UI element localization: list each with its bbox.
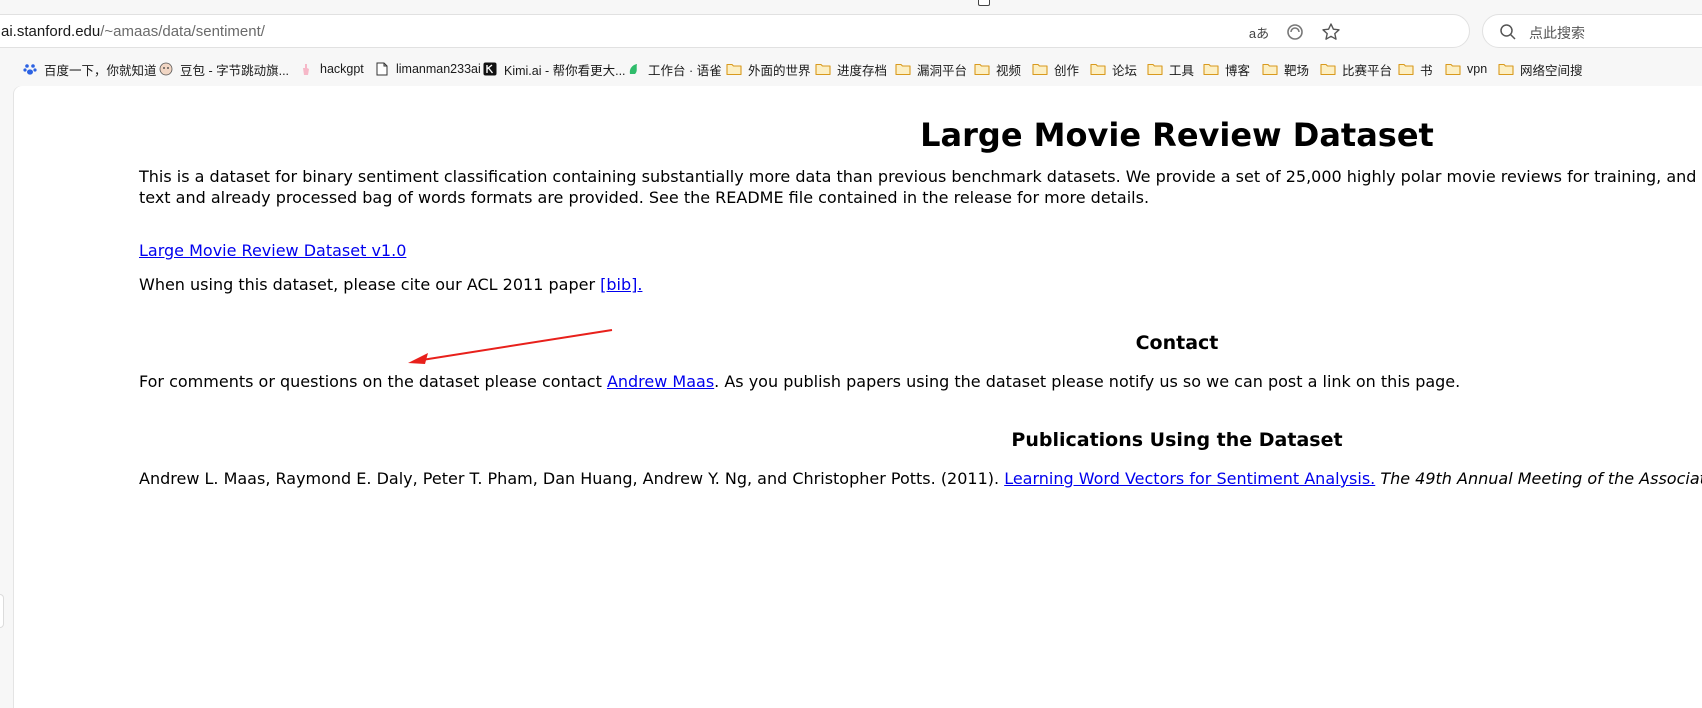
navigation-row: ai.stanford.edu/~amaas/data/sentiment/ a… xyxy=(0,8,1702,54)
bookmark-label: 工具 xyxy=(1169,63,1195,78)
bookmark-label: 漏洞平台 xyxy=(917,63,968,78)
page-icon xyxy=(374,61,390,77)
bookmark-item[interactable]: 靶场 xyxy=(1262,58,1309,80)
intro-line-1: This is a dataset for binary sentiment c… xyxy=(139,167,1702,186)
publication-authors: Andrew L. Maas, Raymond E. Daly, Peter T… xyxy=(139,469,1005,488)
bookmark-item[interactable]: 工作台 · 语雀 xyxy=(626,58,722,80)
address-bar[interactable]: ai.stanford.edu/~amaas/data/sentiment/ a… xyxy=(0,14,1470,48)
folder-icon xyxy=(1203,61,1219,77)
bookmark-item[interactable]: 博客 xyxy=(1203,58,1250,80)
bookmark-item[interactable]: limanman233ai xyxy=(374,58,481,80)
bookmark-label: Kimi.ai - 帮你看更大... xyxy=(504,63,626,78)
bookmark-label: 比赛平台 xyxy=(1342,63,1393,78)
bookmark-item[interactable]: vpn xyxy=(1445,58,1487,80)
folder-icon xyxy=(974,61,990,77)
folder-icon xyxy=(1032,61,1048,77)
bookmark-label: 论坛 xyxy=(1112,63,1138,78)
publications-heading: Publications Using the Dataset xyxy=(1011,429,1343,451)
bookmark-item[interactable]: 视频 xyxy=(974,58,1021,80)
publication-entry: Andrew L. Maas, Raymond E. Daly, Peter T… xyxy=(139,468,1702,489)
side-panel-handle[interactable] xyxy=(0,594,4,628)
folder-icon xyxy=(895,61,911,77)
cite-paragraph: When using this dataset, please cite our… xyxy=(139,274,642,295)
bookmark-label: 百度一下，你就知道 xyxy=(44,63,157,78)
bookmark-label: 网络空间搜 xyxy=(1520,63,1583,78)
contact-heading: Contact xyxy=(1135,332,1219,354)
bookmark-item[interactable]: 书 xyxy=(1398,58,1433,80)
cite-text: When using this dataset, please cite our… xyxy=(139,275,601,294)
bookmark-item[interactable]: 漏洞平台 xyxy=(895,58,967,80)
bookmark-item[interactable]: 工具 xyxy=(1147,58,1194,80)
kimi-icon xyxy=(482,61,498,77)
publication-link[interactable]: Learning Word Vectors for Sentiment Anal… xyxy=(1004,469,1375,488)
hand-icon xyxy=(298,61,314,77)
tab-page-icon xyxy=(978,0,990,6)
folder-icon xyxy=(726,61,742,77)
bookmark-label: vpn xyxy=(1467,62,1488,76)
bookmark-item[interactable]: 外面的世界 xyxy=(726,58,811,80)
paw-icon xyxy=(22,61,38,77)
read-aloud-label: aあ xyxy=(1248,25,1270,41)
favorite-star-icon[interactable] xyxy=(1319,20,1343,44)
intro-paragraph: This is a dataset for binary sentiment c… xyxy=(139,166,1702,208)
bookmark-item[interactable]: 百度一下，你就知道 xyxy=(22,58,157,80)
bookmark-label: hackgpt xyxy=(320,62,364,76)
search-placeholder: 点此搜索 xyxy=(1529,25,1585,41)
contact-text-after: . As you publish papers using the datase… xyxy=(714,372,1461,391)
bookmark-label: 进度存档 xyxy=(837,63,888,78)
bib-link[interactable]: [bib]. xyxy=(600,275,642,294)
bookmark-item[interactable]: 进度存档 xyxy=(815,58,887,80)
bookmarks-bar: 百度一下，你就知道 豆包 - 字节跳动旗... hackgpt limanman233… xyxy=(0,54,1702,84)
contact-text-before: For comments or questions on the dataset… xyxy=(139,372,607,391)
bookmark-item[interactable]: 论坛 xyxy=(1090,58,1137,80)
browser-essentials-icon[interactable] xyxy=(1283,20,1307,44)
bookmark-item[interactable]: 比赛平台 xyxy=(1320,58,1392,80)
folder-icon xyxy=(1498,61,1514,77)
bookmark-label: limanman233ai xyxy=(396,62,481,76)
page-title: Large Movie Review Dataset xyxy=(920,116,1434,154)
web-page: Large Movie Review Dataset This is a dat… xyxy=(14,86,1702,708)
download-dataset-link[interactable]: Large Movie Review Dataset v1.0 xyxy=(139,241,406,260)
folder-icon xyxy=(1147,61,1163,77)
folder-icon xyxy=(1320,61,1336,77)
bookmark-label: 工作台 · 语雀 xyxy=(648,63,722,78)
url-text[interactable]: ai.stanford.edu/~amaas/data/sentiment/ xyxy=(1,23,265,40)
contact-paragraph: For comments or questions on the dataset… xyxy=(139,371,1460,392)
folder-icon xyxy=(1262,61,1278,77)
bookmark-label: 视频 xyxy=(996,63,1022,78)
folder-icon xyxy=(1445,61,1461,77)
bookmark-label: 书 xyxy=(1420,63,1433,78)
yuque-icon xyxy=(626,61,642,77)
doubao-icon xyxy=(158,61,174,77)
bookmark-item[interactable]: hackgpt xyxy=(298,58,364,80)
folder-icon xyxy=(815,61,831,77)
bookmark-item[interactable]: 豆包 - 字节跳动旗... xyxy=(158,58,289,80)
folder-icon xyxy=(1090,61,1106,77)
url-host: ai.stanford.edu xyxy=(1,23,101,40)
tab-strip xyxy=(0,0,1702,8)
bookmark-label: 创作 xyxy=(1054,63,1080,78)
andrew-maas-link[interactable]: Andrew Maas xyxy=(607,372,714,391)
red-arrow-annotation xyxy=(408,329,613,364)
bookmark-item[interactable]: 创作 xyxy=(1032,58,1079,80)
search-box[interactable]: 点此搜索 xyxy=(1482,14,1702,48)
read-aloud-icon[interactable]: aあ xyxy=(1247,20,1271,44)
browser-window: ai.stanford.edu/~amaas/data/sentiment/ a… xyxy=(0,0,1702,708)
bookmark-label: 外面的世界 xyxy=(748,63,811,78)
bookmark-item[interactable]: 网络空间搜 xyxy=(1498,58,1583,80)
intro-line-2: text and already processed bag of words … xyxy=(139,188,1150,207)
search-icon xyxy=(1500,24,1516,40)
bookmark-item[interactable]: Kimi.ai - 帮你看更大... xyxy=(482,58,626,80)
bookmark-label: 豆包 - 字节跳动旗... xyxy=(180,63,290,78)
publication-venue: The 49th Annual Meeting of the Associati… xyxy=(1380,469,1702,488)
bookmark-label: 博客 xyxy=(1225,63,1251,78)
download-paragraph: Large Movie Review Dataset v1.0 xyxy=(139,240,406,261)
folder-icon xyxy=(1398,61,1414,77)
url-path: /~amaas/data/sentiment/ xyxy=(100,23,265,40)
bookmark-label: 靶场 xyxy=(1284,63,1310,78)
